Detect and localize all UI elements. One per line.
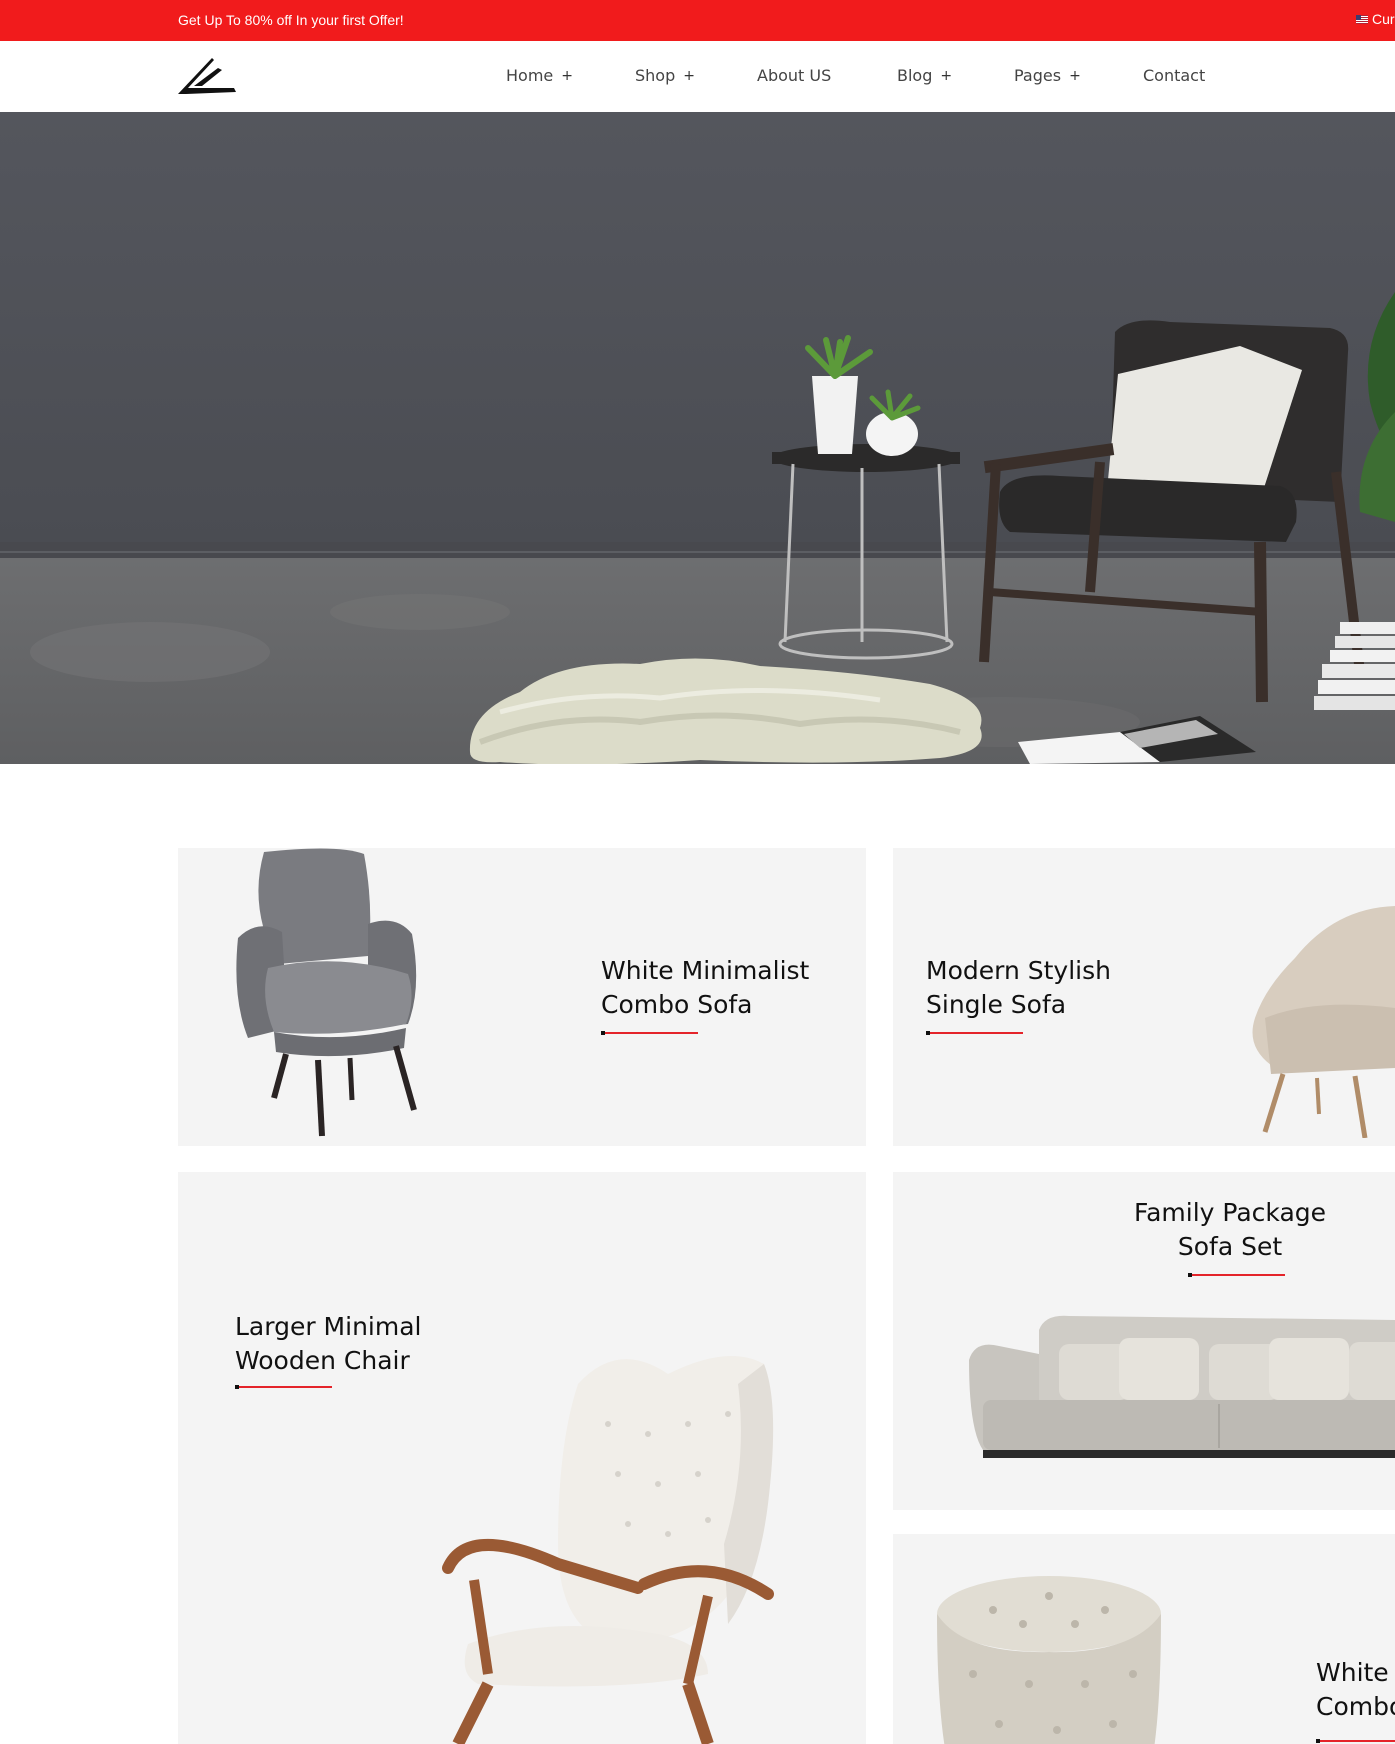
currency-selector[interactable]: Cur (1356, 11, 1395, 27)
product-card-combo-ottoman[interactable]: White Combo (893, 1534, 1395, 1744)
hero-room-illustration (0, 112, 1395, 764)
top-offer-bar: Get Up To 80% off In your first Offer! C… (0, 0, 1395, 41)
nav-item-pages[interactable]: Pages + (1014, 66, 1143, 85)
title-underline (1188, 1273, 1285, 1277)
nav-label: About US (757, 66, 832, 85)
title-underline (926, 1031, 1023, 1035)
tufted-ottoman-image (937, 1576, 1161, 1744)
nav-item-about[interactable]: About US (757, 66, 897, 85)
nav-label: Contact (1143, 66, 1206, 85)
armchair-beige-image (1252, 906, 1395, 1138)
plus-icon: + (683, 67, 695, 84)
hero-banner (0, 112, 1395, 764)
title-underline (1316, 1739, 1395, 1743)
title-underline (235, 1385, 332, 1389)
product-card-sofa-set[interactable]: Family Package Sofa Set (893, 1172, 1395, 1510)
nav-label: Pages (1014, 66, 1062, 85)
nav-label: Home (506, 66, 554, 85)
product-card-single-sofa[interactable]: Modern Stylish Single Sofa (893, 848, 1395, 1146)
plus-icon: + (561, 67, 573, 84)
currency-label: Cur (1372, 11, 1395, 27)
us-flag-icon (1356, 14, 1368, 24)
nav-item-blog[interactable]: Blog + (897, 66, 1014, 85)
product-card-wooden-chair[interactable]: Larger Minimal Wooden Chair (178, 1172, 866, 1744)
sofa-set-image (969, 1315, 1395, 1458)
card-title: Larger Minimal Wooden Chair (235, 1312, 422, 1375)
card-title: White Combo (1316, 1658, 1395, 1721)
wingback-chair-image (442, 1356, 774, 1744)
nav-item-shop[interactable]: Shop + (635, 66, 757, 85)
title-underline (601, 1031, 698, 1035)
card-title: White Minimalist Combo Sofa (601, 956, 810, 1019)
arrow-logo-icon[interactable] (178, 56, 236, 98)
plus-icon: + (1069, 67, 1081, 84)
nav-item-home[interactable]: Home + (506, 66, 635, 85)
nav-item-contact[interactable]: Contact (1143, 66, 1205, 85)
product-card-combo-sofa[interactable]: White Minimalist Combo Sofa (178, 848, 866, 1146)
card-title: Family Package Sofa Set (1134, 1198, 1327, 1261)
armchair-grey-image (236, 848, 417, 1137)
offer-text: Get Up To 80% off In your first Offer! (178, 12, 404, 28)
plus-icon: + (940, 67, 953, 84)
nav-label: Blog (897, 66, 933, 85)
card-title: Modern Stylish Single Sofa (926, 956, 1111, 1019)
nav-label: Shop (635, 66, 676, 85)
main-nav: Home + Shop + About US Blog + Pages + Co… (506, 66, 1205, 85)
site-header: Home + Shop + About US Blog + Pages + Co… (0, 41, 1395, 112)
